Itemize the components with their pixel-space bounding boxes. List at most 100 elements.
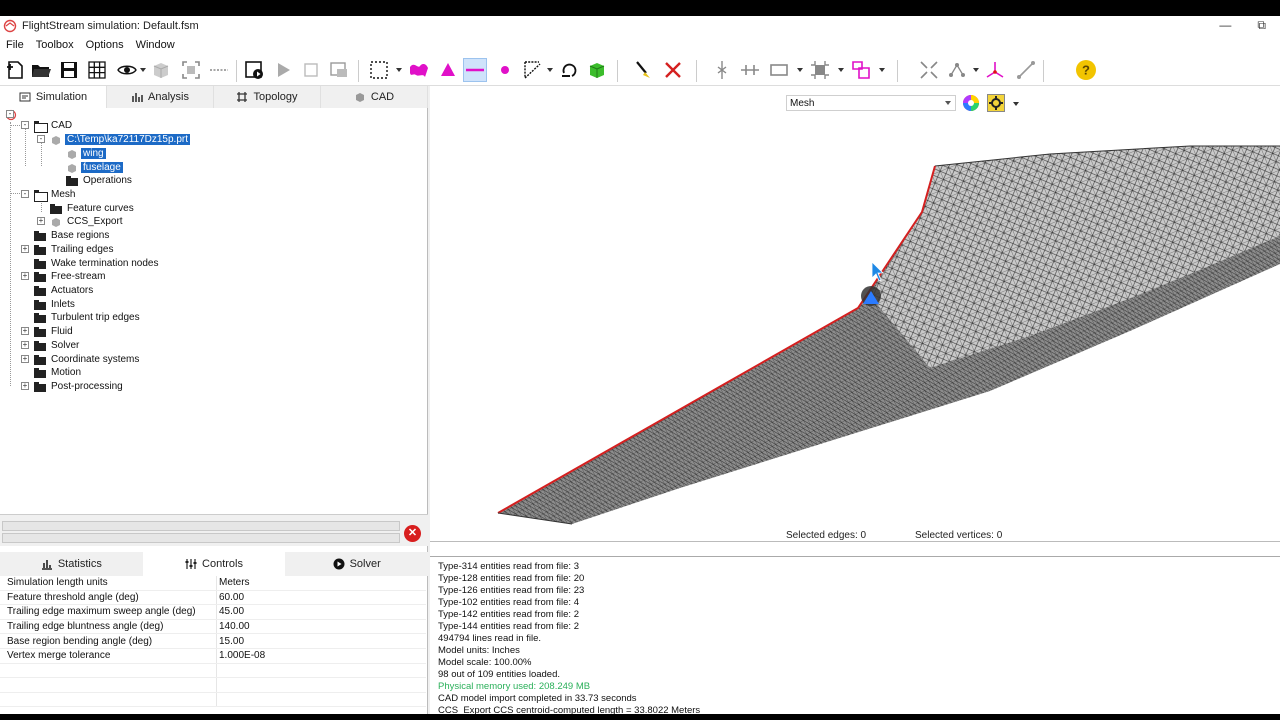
menu-options[interactable]: Options: [80, 39, 130, 51]
stop-x-icon: ✕: [407, 527, 418, 539]
rectangle-tool-icon[interactable]: [767, 58, 791, 82]
measure-icon[interactable]: [1014, 58, 1038, 82]
tree-fluid[interactable]: Fluid: [34, 325, 75, 338]
split-horizontal-icon[interactable]: [738, 58, 762, 82]
rotate-icon[interactable]: [557, 58, 581, 82]
tree-cad[interactable]: CAD: [34, 119, 74, 133]
tree-cad-file[interactable]: C:\Temp\ka72117Dz15p.prt: [50, 133, 191, 146]
tab-statistics[interactable]: Statistics: [0, 552, 143, 576]
3d-viewport[interactable]: Mesh Selected edges: 0 Selected vertices…: [430, 86, 1280, 542]
left-panel: Simulation Analysis Topology CAD - - CAD…: [0, 86, 428, 714]
brush-icon[interactable]: [631, 58, 655, 82]
tree-inlets[interactable]: Inlets: [34, 298, 77, 311]
expander-post[interactable]: +: [21, 382, 29, 390]
property-row[interactable]: Feature threshold angle (deg) 60.00: [0, 590, 426, 606]
green-cube-icon[interactable]: [585, 58, 609, 82]
open-folder-icon[interactable]: [29, 58, 53, 82]
tree-operations[interactable]: Operations: [66, 174, 134, 187]
folder-icon: [50, 203, 62, 214]
visibility-eye-icon[interactable]: [115, 58, 139, 82]
tab-simulation[interactable]: Simulation: [0, 86, 107, 108]
menu-bar: File Toolbox Options Window: [0, 36, 1280, 54]
expander-mesh[interactable]: -: [21, 190, 29, 198]
play-icon[interactable]: [271, 58, 295, 82]
expander-solver[interactable]: +: [21, 341, 29, 349]
expander-root[interactable]: -: [6, 110, 14, 118]
select-surface-icon[interactable]: [407, 58, 431, 82]
tree-motion[interactable]: Motion: [34, 366, 83, 379]
tab-controls[interactable]: Controls: [142, 552, 286, 576]
solid-cube-icon[interactable]: [149, 58, 173, 82]
folder-icon: [66, 175, 78, 186]
tree-coordinate-systems[interactable]: Coordinate systems: [34, 353, 141, 366]
expander-ccs-export[interactable]: +: [37, 217, 45, 225]
left-panel-tabs: Simulation Analysis Topology CAD: [0, 86, 428, 108]
select-edge-icon[interactable]: [463, 58, 487, 82]
minimize-button[interactable]: —: [1219, 18, 1231, 33]
tree-fuselage[interactable]: fuselage: [66, 161, 124, 174]
network-nodes-icon[interactable]: [945, 58, 969, 82]
expander-fluid[interactable]: +: [21, 327, 29, 335]
property-row[interactable]: Simulation length units Meters: [0, 576, 426, 591]
menu-window[interactable]: Window: [130, 39, 181, 51]
tree-actuators[interactable]: Actuators: [34, 284, 95, 297]
folder-icon: [34, 230, 46, 241]
tree-trailing-edges[interactable]: Trailing edges: [34, 243, 115, 256]
tree-base-regions[interactable]: Base regions: [34, 229, 111, 242]
box-select-icon[interactable]: [367, 58, 391, 82]
expander-cad-file[interactable]: -: [37, 135, 45, 143]
delete-x-icon[interactable]: [661, 58, 685, 82]
console-line: Type-144 entities read from file: 2: [438, 621, 579, 632]
help-icon[interactable]: ?: [1074, 58, 1098, 82]
tab-solver-label: Solver: [349, 558, 381, 570]
new-file-icon[interactable]: [3, 58, 27, 82]
fit-view-icon[interactable]: [179, 58, 203, 82]
dimension-icon[interactable]: [207, 58, 231, 82]
restore-button[interactable]: ⧉: [1257, 18, 1266, 33]
split-vertical-icon[interactable]: [710, 58, 734, 82]
tree-turbulent-trip[interactable]: Turbulent trip edges: [34, 311, 142, 324]
folder-icon: [34, 340, 46, 351]
controls-icon: [185, 559, 197, 569]
tab-cad[interactable]: CAD: [321, 86, 428, 108]
tab-topology[interactable]: Topology: [214, 86, 321, 108]
property-row[interactable]: Trailing edge bluntness angle (deg) 140.0…: [0, 619, 426, 635]
tree-mesh[interactable]: Mesh: [34, 188, 77, 202]
line-tool-icon[interactable]: [521, 58, 545, 82]
select-triangle-icon[interactable]: [436, 58, 460, 82]
select-vertex-icon[interactable]: [493, 58, 517, 82]
menu-toolbox[interactable]: Toolbox: [30, 39, 80, 51]
property-row[interactable]: Vertex merge tolerance 1.000E-08: [0, 649, 426, 664]
coordinate-axes-icon[interactable]: [983, 58, 1007, 82]
tab-topology-label: Topology: [253, 91, 298, 103]
save-icon[interactable]: [57, 58, 81, 82]
folder-icon: [34, 285, 46, 296]
expander-cad[interactable]: -: [21, 121, 29, 129]
property-row[interactable]: Trailing edge maximum sweep angle (deg) 4…: [0, 605, 426, 620]
folder-open-icon: [34, 189, 48, 202]
tree-feature-curves[interactable]: Feature curves: [50, 202, 136, 215]
folder-icon: [34, 326, 46, 337]
cad-icon: [355, 93, 364, 102]
copy-shapes-icon[interactable]: [849, 58, 873, 82]
merge-nodes-icon[interactable]: [808, 58, 832, 82]
stop-button[interactable]: ✕: [404, 525, 421, 542]
property-row[interactable]: Base region bending angle (deg) 15.00: [0, 634, 426, 649]
expander-trailing-edges[interactable]: +: [21, 245, 29, 253]
tree-wake-nodes[interactable]: Wake termination nodes: [34, 257, 160, 270]
menu-file[interactable]: File: [0, 39, 30, 51]
record-playback-icon[interactable]: [243, 58, 267, 82]
expander-free-stream[interactable]: +: [21, 272, 29, 280]
tree-ccs-export[interactable]: CCS_Export: [50, 215, 125, 228]
tree-solver[interactable]: Solver: [34, 339, 81, 352]
tree-wing[interactable]: wing: [66, 147, 107, 160]
tree-free-stream[interactable]: Free-stream: [34, 270, 107, 283]
tree-post-processing[interactable]: Post-processing: [34, 380, 125, 393]
stop-square-icon[interactable]: [299, 58, 323, 82]
expander-coord[interactable]: +: [21, 355, 29, 363]
tab-analysis[interactable]: Analysis: [107, 86, 214, 108]
collapse-arrows-icon[interactable]: [917, 58, 941, 82]
tab-solver[interactable]: Solver: [285, 552, 428, 576]
grid-icon[interactable]: [85, 58, 109, 82]
window-capture-icon[interactable]: [327, 58, 351, 82]
